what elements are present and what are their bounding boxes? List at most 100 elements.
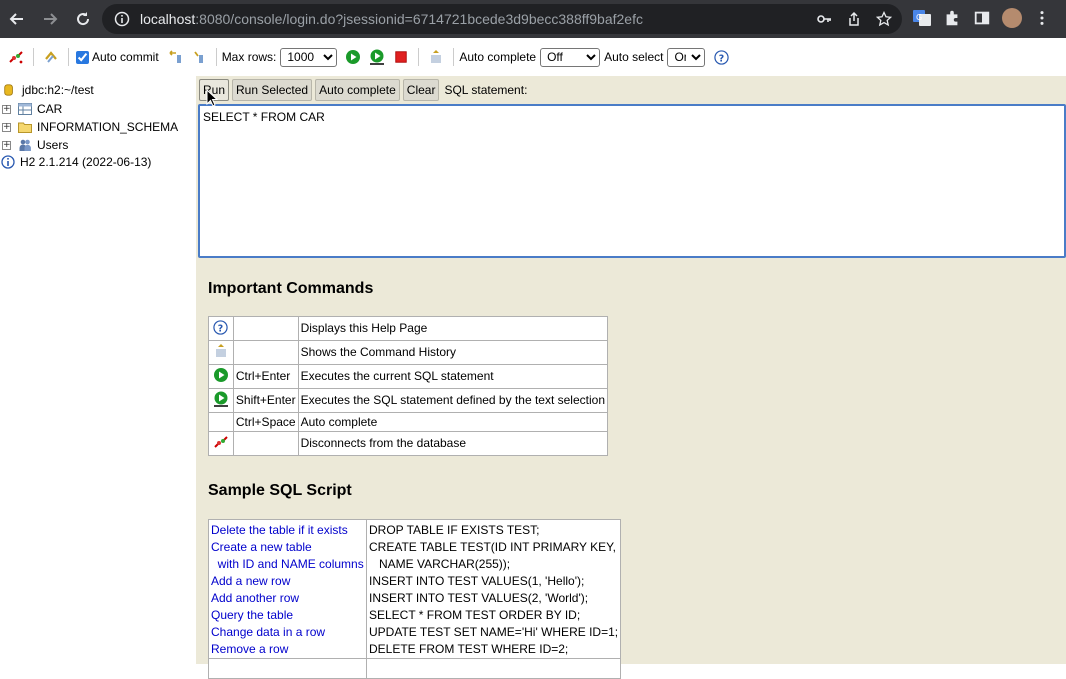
- extensions-icon[interactable]: [942, 8, 962, 28]
- auto-commit-checkbox[interactable]: [76, 50, 89, 64]
- command-desc: Shows the Command History: [297, 339, 609, 365]
- tree-version: H2 2.1.214 (2022-06-13): [0, 153, 151, 171]
- tree-item-label: INFORMATION_SCHEMA: [37, 120, 179, 134]
- query-panel: Run Run Selected Auto complete Clear SQL…: [196, 76, 1066, 679]
- history-icon[interactable]: [213, 343, 229, 359]
- svg-text:?: ?: [218, 323, 223, 334]
- menu-icon[interactable]: [1032, 8, 1052, 28]
- command-key: Shift+Enter: [232, 387, 299, 413]
- reload-icon: [77, 12, 90, 26]
- clear-button[interactable]: Clear: [402, 79, 440, 101]
- database-icon: [3, 83, 17, 97]
- back-button[interactable]: [2, 4, 32, 34]
- command-desc: Executes the SQL statement defined by th…: [297, 387, 609, 413]
- table-row: Shows the Command History: [208, 339, 609, 365]
- sample-table: Delete the table if it exists Create a n…: [208, 519, 622, 679]
- sample-heading: Sample SQL Script: [208, 482, 352, 499]
- site-info-icon[interactable]: [114, 11, 130, 27]
- tree-item-information-schema[interactable]: + INFORMATION_SCHEMA: [0, 118, 178, 136]
- command-desc: Disconnects from the database: [297, 430, 609, 456]
- key-icon[interactable]: [816, 11, 832, 27]
- auto-complete-button[interactable]: Auto complete: [315, 79, 400, 101]
- tree-connection[interactable]: jdbc:h2:~/test: [0, 81, 94, 99]
- sample-link[interactable]: Remove a row: [209, 641, 366, 658]
- table-row: [208, 658, 622, 679]
- browser-toolbar: localhost:8080/console/login.do?jsession…: [0, 0, 1066, 38]
- table-row: ? Displays this Help Page: [208, 316, 609, 341]
- users-icon: [18, 138, 32, 152]
- info-icon: [1, 155, 15, 169]
- disconnect-icon[interactable]: [213, 434, 229, 450]
- disconnect-icon[interactable]: [8, 49, 24, 65]
- sample-links-cell: Delete the table if it exists Create a n…: [208, 519, 367, 659]
- toolbar-divider: [453, 48, 455, 66]
- url-path: :8080/console/login.do?jsessionid=671472…: [195, 11, 643, 27]
- run-selected-icon[interactable]: [213, 391, 229, 407]
- history-icon[interactable]: [428, 49, 444, 65]
- profile-avatar[interactable]: [1002, 8, 1022, 28]
- auto-select-select[interactable]: On: [667, 47, 706, 67]
- command-key: [232, 339, 299, 365]
- auto-commit-label: Auto commit: [92, 50, 159, 64]
- mouse-cursor-icon: [206, 89, 218, 107]
- svg-text:G: G: [916, 13, 922, 22]
- sample-link[interactable]: Delete the table if it exists: [209, 522, 366, 539]
- table-row: Delete the table if it exists Create a n…: [208, 519, 622, 659]
- command-desc: Executes the current SQL statement: [297, 363, 609, 389]
- refresh-icon[interactable]: [43, 49, 59, 65]
- reload-button[interactable]: [68, 4, 98, 34]
- sample-sql-line: SELECT * FROM TEST ORDER BY ID;: [369, 608, 581, 622]
- url-host: localhost: [140, 11, 196, 27]
- expand-icon[interactable]: +: [2, 104, 11, 114]
- share-icon[interactable]: [846, 11, 862, 27]
- run-selected-icon[interactable]: [369, 49, 385, 65]
- toolbar-divider: [68, 48, 69, 66]
- sample-sql-line: DELETE FROM TEST WHERE ID=2;: [369, 642, 569, 656]
- auto-select-label: Auto select: [604, 50, 664, 64]
- forward-button[interactable]: [35, 4, 65, 34]
- run-icon[interactable]: [213, 367, 229, 383]
- sidepanel-icon[interactable]: [972, 8, 992, 28]
- run-selected-button[interactable]: Run Selected: [232, 79, 313, 101]
- toolbar-divider: [215, 48, 217, 66]
- translate-icon[interactable]: G: [912, 8, 932, 28]
- sql-input[interactable]: SELECT * FROM CAR: [198, 104, 1066, 258]
- object-tree: jdbc:h2:~/test + CAR + INFORMATION_SCHEM…: [0, 76, 196, 664]
- table-row: Ctrl+Enter Executes the current SQL stat…: [208, 363, 609, 389]
- star-icon[interactable]: [875, 10, 893, 27]
- table-row: Shift+Enter Executes the SQL statement d…: [208, 387, 609, 413]
- connection-label: jdbc:h2:~/test: [22, 83, 94, 97]
- command-key: Ctrl+Space: [232, 411, 299, 432]
- sql-button-bar: Run Run Selected Auto complete Clear SQL…: [196, 78, 527, 102]
- tree-item-label: Users: [37, 138, 69, 152]
- sample-link[interactable]: Add a new row: [209, 573, 366, 590]
- sample-link[interactable]: Change data in a row: [209, 624, 366, 641]
- commit-icon[interactable]: [191, 49, 207, 65]
- toolbar-divider: [33, 48, 34, 66]
- folder-icon: [18, 120, 32, 134]
- sample-sql-line: CREATE TABLE TEST(ID INT PRIMARY KEY,: [369, 540, 616, 554]
- sample-link[interactable]: Create a new table: [209, 539, 366, 556]
- sample-link[interactable]: Add another row: [209, 590, 366, 607]
- help-icon[interactable]: ?: [713, 49, 729, 65]
- auto-complete-select[interactable]: Off: [540, 47, 601, 67]
- expand-icon[interactable]: +: [2, 122, 11, 132]
- command-key: [232, 430, 299, 456]
- max-rows-select[interactable]: 1000: [280, 47, 338, 67]
- sample-link[interactable]: Query the table: [209, 607, 366, 624]
- address-bar[interactable]: localhost:8080/console/login.do?jsession…: [102, 4, 902, 34]
- command-desc: Displays this Help Page: [297, 316, 609, 341]
- run-icon[interactable]: [345, 49, 361, 65]
- tree-item-users[interactable]: + Users: [0, 136, 68, 154]
- expand-icon[interactable]: +: [2, 140, 11, 150]
- help-icon[interactable]: ?: [213, 319, 229, 335]
- sample-link[interactable]: with ID and NAME columns: [209, 556, 366, 573]
- sample-sql-line: NAME VARCHAR(255));: [369, 557, 511, 571]
- sql-statement-label: SQL statement:: [444, 83, 528, 97]
- stop-icon[interactable]: [393, 49, 409, 65]
- max-rows-label: Max rows:: [221, 50, 277, 64]
- rollback-icon[interactable]: [167, 49, 183, 65]
- version-label: H2 2.1.214 (2022-06-13): [20, 155, 152, 169]
- tree-item-car[interactable]: + CAR: [0, 100, 62, 118]
- sample-sql-cell: DROP TABLE IF EXISTS TEST; CREATE TABLE …: [365, 519, 622, 659]
